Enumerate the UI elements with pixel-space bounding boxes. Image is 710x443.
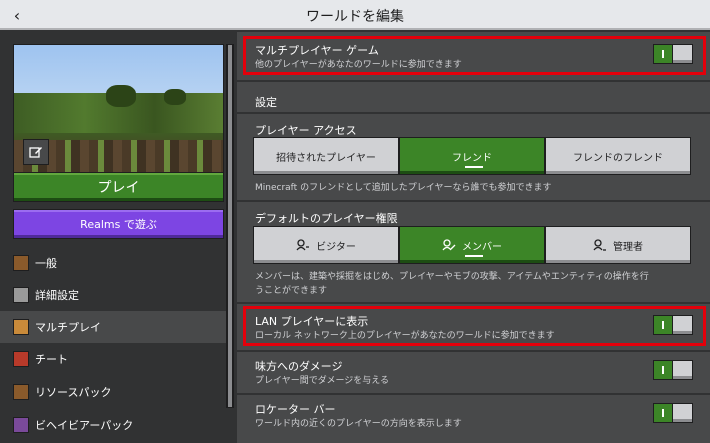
player-access-title: プレイヤー アクセス [255, 124, 357, 137]
option-label: ビジター [316, 241, 356, 253]
sidebar-item-cheats[interactable]: チート [0, 343, 226, 375]
member-icon [442, 239, 456, 251]
player-access-option-friends-of-friends[interactable]: フレンドのフレンド [545, 137, 691, 175]
sidebar-item-label: 一般 [35, 257, 57, 270]
toggle-knob [672, 45, 692, 63]
default-permission-description-line2: うことができます [255, 286, 328, 296]
top-bar: ‹ ワールドを編集 [0, 0, 710, 30]
sidebar-item-label: 詳細設定 [35, 289, 79, 302]
toggle-on-indicator [654, 404, 672, 422]
player-access-description: Minecraft のフレンドとして追加したプレイヤーなら誰でも参加できます [255, 183, 552, 193]
permission-option-operator[interactable]: 管理者 [545, 226, 691, 264]
sidebar-item-multiplayer[interactable]: マルチプレイ [0, 311, 226, 343]
permission-option-member[interactable]: メンバー [399, 226, 545, 264]
divider [237, 200, 710, 202]
option-label: フレンドのフレンド [573, 152, 663, 164]
multiplayer-toggle[interactable] [653, 44, 693, 64]
settings-panel: マルチプレイヤー ゲーム 他のプレイヤーがあなたのワールドに参加できます 設定 … [237, 32, 710, 443]
sidebar-item-label: リソースパック [35, 386, 112, 399]
divider [237, 393, 710, 395]
play-realms-label: Realms で遊ぶ [80, 218, 157, 231]
player-access-option-invited[interactable]: 招待されたプレイヤー [253, 137, 399, 175]
advanced-icon [13, 287, 29, 303]
option-label: メンバー [462, 241, 502, 253]
edit-image-icon [29, 147, 42, 158]
divider [237, 302, 710, 304]
sidebar-item-behavior-packs[interactable]: ビヘイビアーパック [0, 409, 226, 441]
multiplayer-subtitle: 他のプレイヤーがあなたのワールドに参加できます [255, 60, 462, 70]
play-button[interactable]: プレイ [13, 172, 224, 202]
option-label: フレンド [452, 152, 492, 164]
sidebar-scrollbar-thumb[interactable] [227, 44, 233, 408]
play-realms-button[interactable]: Realms で遊ぶ [13, 209, 224, 239]
sidebar-item-advanced[interactable]: 詳細設定 [0, 279, 226, 311]
multiplayer-title: マルチプレイヤー ゲーム [255, 44, 379, 57]
friendly-fire-title: 味方へのダメージ [255, 360, 343, 373]
page-title: ワールドを編集 [306, 9, 404, 25]
default-permission-description-line1: メンバーは、建築や採掘をはじめ、プレイヤーやモブの攻撃、アイテムやエンティティの… [255, 272, 649, 282]
settings-heading: 設定 [255, 96, 277, 109]
divider [237, 80, 710, 82]
left-panel: プレイ Realms で遊ぶ 一般 詳細設定 マルチプレイ チート リソースパッ… [0, 32, 237, 443]
locator-bar-toggle[interactable] [653, 403, 693, 423]
permission-option-visitor[interactable]: ビジター [253, 226, 399, 264]
player-access-selector: 招待されたプレイヤー フレンド フレンドのフレンド [253, 137, 691, 175]
default-permission-selector: ビジター メンバー 管理者 [253, 226, 691, 264]
lan-subtitle: ローカル ネットワーク上のプレイヤーがあなたのワールドに参加できます [255, 331, 555, 341]
option-label: 管理者 [613, 241, 643, 253]
lan-title: LAN プレイヤーに表示 [255, 315, 369, 328]
edit-image-button[interactable] [23, 139, 49, 165]
sidebar-item-label: チート [35, 353, 68, 366]
general-icon [13, 255, 29, 271]
friendly-fire-subtitle: プレイヤー間でダメージを与える [255, 376, 390, 386]
sidebar-item-label: マルチプレイ [35, 321, 101, 334]
toggle-knob [672, 361, 692, 379]
behavior-pack-icon [13, 417, 29, 433]
selected-indicator [464, 255, 483, 257]
locator-bar-subtitle: ワールド内の近くのプレイヤーの方向を表示します [255, 419, 462, 429]
toggle-on-indicator [654, 45, 672, 63]
preview-tree [164, 89, 186, 105]
cheats-icon [13, 351, 29, 367]
locator-bar-title: ロケーター バー [255, 403, 336, 416]
preview-tree [106, 85, 136, 107]
selected-indicator [464, 166, 483, 168]
toggle-on-indicator [654, 316, 672, 334]
operator-icon [593, 239, 606, 251]
divider [237, 350, 710, 352]
sidebar-item-label: ビヘイビアーパック [35, 419, 134, 432]
play-button-label: プレイ [97, 180, 140, 196]
resource-pack-icon [13, 384, 29, 400]
sidebar-item-general[interactable]: 一般 [0, 247, 226, 279]
sidebar-item-resource-packs[interactable]: リソースパック [0, 376, 226, 408]
player-access-option-friends[interactable]: フレンド [399, 137, 545, 175]
friendly-fire-toggle[interactable] [653, 360, 693, 380]
toggle-knob [672, 316, 692, 334]
lan-toggle[interactable] [653, 315, 693, 335]
multiplayer-icon [13, 319, 29, 335]
toggle-knob [672, 404, 692, 422]
default-permission-title: デフォルトのプレイヤー権限 [255, 212, 398, 225]
visitor-icon [296, 239, 310, 251]
toggle-on-indicator [654, 361, 672, 379]
option-label: 招待されたプレイヤー [276, 152, 376, 164]
divider [237, 112, 710, 114]
